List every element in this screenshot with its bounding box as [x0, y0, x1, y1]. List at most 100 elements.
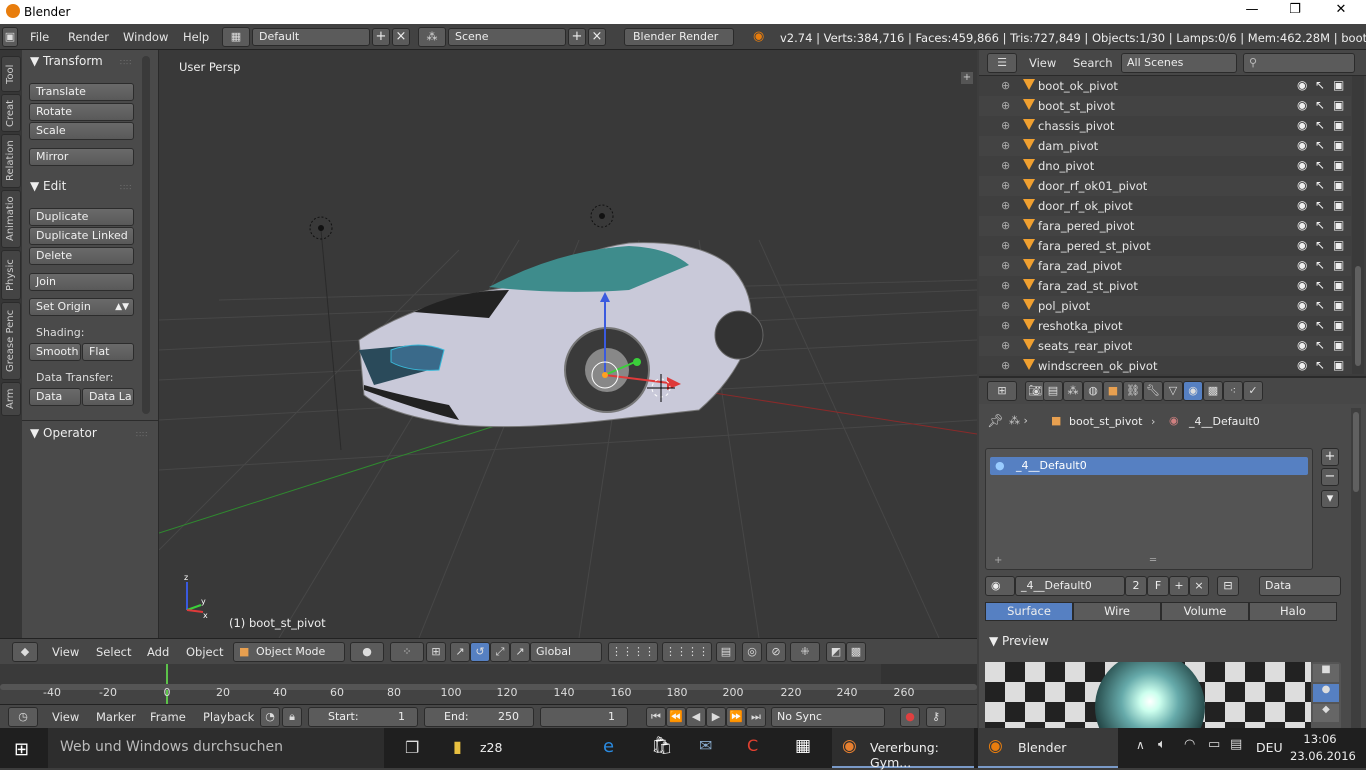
outliner-row[interactable]: ⊕ fara_zad_pivot ◉ ↖ ▣ — [979, 256, 1351, 276]
particles-tab-icon[interactable]: ⁖ — [1223, 381, 1243, 401]
battery-icon[interactable]: ▭ — [1208, 737, 1220, 752]
transform-panel-header[interactable]: ▼ Transform — [30, 54, 103, 68]
fake-user-button[interactable]: F — [1147, 576, 1169, 596]
shading-mode-icon[interactable]: ● — [350, 642, 384, 662]
outliner-item-name[interactable]: fara_pered_pivot — [1038, 219, 1134, 233]
menu-help[interactable]: Help — [183, 30, 209, 44]
toolshelf-scrollbar[interactable] — [142, 56, 150, 414]
tab-arm[interactable]: Arm — [1, 382, 21, 416]
expand-icon[interactable]: ⊕ — [1001, 319, 1010, 332]
keying-set-icon[interactable]: ⚷ — [926, 707, 946, 727]
render-icon[interactable]: ▣ — [1333, 118, 1344, 132]
menu-view[interactable]: View — [52, 645, 79, 659]
expand-icon[interactable]: ⊕ — [1001, 139, 1010, 152]
select-icon[interactable]: ↖ — [1315, 118, 1325, 132]
tab-relation[interactable]: Relation — [1, 134, 21, 188]
expand-icon[interactable]: ⊕ — [1001, 219, 1010, 232]
tab-animation[interactable]: Animatio — [1, 190, 21, 248]
outliner-row[interactable]: ⊕ chassis_pivot ◉ ↖ ▣ — [979, 116, 1351, 136]
end-frame-field[interactable]: End: 250 — [424, 707, 534, 727]
menu-object[interactable]: Object — [186, 645, 223, 659]
scale-manipulator-icon[interactable]: ⤢ — [490, 642, 510, 662]
texture-tab-icon[interactable]: ▩ — [1203, 381, 1223, 401]
current-frame-field[interactable]: 1 — [540, 707, 628, 727]
duplicate-linked-button[interactable]: Duplicate Linked — [29, 227, 134, 245]
outliner-item-name[interactable]: windscreen_ok_pivot — [1038, 359, 1157, 373]
tray-chevron-icon[interactable]: ∧ — [1136, 738, 1145, 752]
node-icon[interactable]: ⊟ — [1217, 576, 1239, 596]
select-icon[interactable]: ↖ — [1315, 138, 1325, 152]
list-resize-grip[interactable]: ═ — [1150, 555, 1156, 566]
visibility-icon[interactable]: ◉ — [1297, 278, 1307, 292]
folder-icon[interactable]: ▮ — [453, 737, 462, 756]
outliner-item-name[interactable]: door_rf_ok01_pivot — [1038, 179, 1147, 193]
properties-toggle-icon[interactable]: + — [961, 72, 973, 84]
layer-lock-icon[interactable]: ▤ — [716, 642, 736, 662]
outliner-item-name[interactable]: fara_zad_st_pivot — [1038, 279, 1138, 293]
delete-button[interactable]: Delete — [29, 247, 134, 265]
editor-type-icon[interactable]: ◆ — [12, 642, 38, 662]
layout-field[interactable]: Default — [252, 28, 370, 46]
edge-icon[interactable]: e — [603, 736, 614, 757]
preview-type-buttons[interactable]: ■ ● ◆ — [1311, 662, 1341, 730]
expand-icon[interactable]: ⊕ — [1001, 239, 1010, 252]
editor-type-icon[interactable]: ☰ — [987, 53, 1017, 73]
select-icon[interactable]: ↖ — [1315, 78, 1325, 92]
properties-scrollbar[interactable] — [1351, 408, 1361, 728]
minimize-button[interactable]: — — [1229, 2, 1275, 22]
mirror-button[interactable]: Mirror — [29, 148, 134, 166]
outliner-item-name[interactable]: dam_pivot — [1038, 139, 1098, 153]
visibility-icon[interactable]: ◉ — [1297, 318, 1307, 332]
outliner-item-name[interactable]: door_rf_ok_pivot — [1038, 199, 1133, 213]
select-icon[interactable]: ↖ — [1315, 98, 1325, 112]
outliner-row[interactable]: ⊕ door_rf_ok_pivot ◉ ↖ ▣ — [979, 196, 1351, 216]
render-icon[interactable]: ▣ — [1333, 178, 1344, 192]
set-origin-menu[interactable]: Set Origin ▲▼ — [29, 298, 134, 316]
render-icon[interactable]: ▣ — [1333, 338, 1344, 352]
task-view-icon[interactable]: ❐ — [405, 738, 419, 757]
outliner-item-name[interactable]: boot_st_pivot — [1038, 99, 1115, 113]
flat-button[interactable]: Flat — [82, 343, 134, 361]
outliner-row[interactable]: ⊕ dno_pivot ◉ ↖ ▣ — [979, 156, 1351, 176]
expand-icon[interactable]: ⊕ — [1001, 339, 1010, 352]
select-icon[interactable]: ↖ — [1315, 218, 1325, 232]
render-icon[interactable]: ▣ — [1333, 138, 1344, 152]
mail-icon[interactable]: ✉ — [699, 736, 712, 755]
scene-field[interactable]: Scene — [448, 28, 566, 46]
lamp-icon[interactable] — [309, 216, 333, 240]
tab-grease-pencil[interactable]: Grease Penc — [1, 302, 21, 380]
close-button[interactable]: ✕ — [1318, 2, 1364, 22]
layers-grid-2[interactable]: ⋮⋮⋮⋮ — [662, 642, 712, 662]
pivot-point-icon[interactable]: ⁘ — [390, 642, 424, 662]
add-layout-button[interactable]: + — [372, 28, 390, 46]
expand-icon[interactable]: ⊕ — [1001, 179, 1010, 192]
constraints-tab-icon[interactable]: ⛓ — [1123, 381, 1143, 401]
world-tab-icon[interactable]: ◍ — [1083, 381, 1103, 401]
scale-button[interactable]: Scale — [29, 122, 134, 140]
maximize-button[interactable]: ❐ — [1272, 2, 1318, 22]
tab-halo[interactable]: Halo — [1249, 602, 1337, 621]
outliner-item-name[interactable]: reshotka_pivot — [1038, 319, 1122, 333]
menu-view[interactable]: View — [1029, 56, 1056, 70]
render-icon[interactable]: ▣ — [1333, 238, 1344, 252]
manipulator-icon[interactable]: ↗ — [510, 642, 530, 662]
operator-panel-header[interactable]: ▼ Operator — [30, 426, 97, 440]
outliner-search-field[interactable]: ⚲ — [1243, 53, 1355, 73]
preview-cube-icon[interactable]: ◆ — [1313, 704, 1339, 722]
render-icon[interactable]: ▣ — [1333, 358, 1344, 372]
tab-surface[interactable]: Surface — [985, 602, 1073, 621]
menu-add[interactable]: Add — [147, 645, 169, 659]
pin-icon[interactable]: 📌︎ — [987, 414, 1004, 429]
add-slot-button[interactable]: + — [1321, 448, 1339, 466]
preview-flat-icon[interactable]: ■ — [1313, 664, 1339, 682]
select-icon[interactable]: ↖ — [1315, 178, 1325, 192]
visibility-icon[interactable]: ◉ — [1297, 118, 1307, 132]
add-scene-button[interactable]: + — [568, 28, 586, 46]
visibility-icon[interactable]: ◉ — [1297, 198, 1307, 212]
join-button[interactable]: Join — [29, 273, 134, 291]
manipulator-toggle-icon[interactable]: ⊞ — [426, 642, 446, 662]
link-select[interactable]: Data — [1259, 576, 1341, 596]
prev-key-icon[interactable]: ⏪ — [666, 707, 686, 727]
material-users-count[interactable]: 2 — [1125, 576, 1147, 596]
render-icon[interactable]: ▣ — [1333, 98, 1344, 112]
